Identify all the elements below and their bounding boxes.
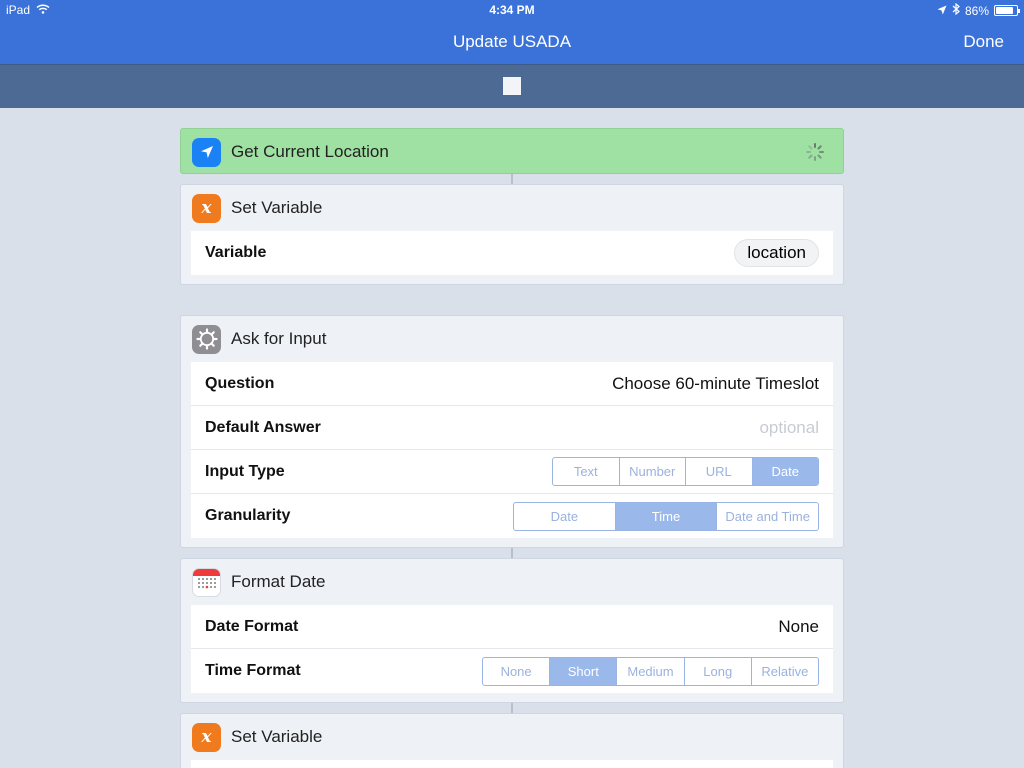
location-arrow-icon xyxy=(937,4,947,18)
action-params xyxy=(191,760,833,768)
action-title: Ask for Input xyxy=(231,329,327,348)
calendar-icon xyxy=(192,567,221,597)
default-answer-field[interactable]: optional xyxy=(759,418,819,438)
question-field[interactable]: Choose 60-minute Timeslot xyxy=(612,374,819,394)
bluetooth-icon xyxy=(952,2,960,18)
action-ask-for-input[interactable]: Ask for Input Question Choose 60-minute … xyxy=(180,315,844,548)
status-bar: iPad 4:34 PM 86% xyxy=(0,0,1024,20)
date-format-value[interactable]: None xyxy=(778,617,819,637)
action-format-date[interactable]: Format Date Date Format None Time Format… xyxy=(180,558,844,703)
granularity-time-segment[interactable]: Time xyxy=(614,502,717,530)
granularity-segmented-control: Date Time Date and Time xyxy=(513,501,819,531)
page-title: Update USADA xyxy=(452,32,572,51)
variable-name-field[interactable]: location xyxy=(734,239,819,267)
variable-label: Variable xyxy=(205,244,267,261)
input-type-number-segment[interactable]: Number xyxy=(618,458,686,485)
run-toolbar xyxy=(0,64,1024,108)
variable-icon: x xyxy=(192,722,221,752)
granularity-label: Granularity xyxy=(205,507,291,524)
loading-spinner-icon xyxy=(805,142,825,167)
time-format-short-segment[interactable]: Short xyxy=(549,657,617,685)
input-type-label: Input Type xyxy=(205,462,285,480)
action-title: Set Variable xyxy=(231,727,323,746)
gear-icon xyxy=(192,324,221,354)
action-connector xyxy=(511,174,513,184)
input-type-text-segment[interactable]: Text xyxy=(553,458,619,485)
time-format-long-segment[interactable]: Long xyxy=(683,657,751,685)
action-get-current-location[interactable]: Get Current Location xyxy=(180,128,844,174)
time-format-segmented-control: None Short Medium Long Relative xyxy=(482,656,819,686)
variable-icon: x xyxy=(192,193,221,223)
action-title: Get Current Location xyxy=(231,142,389,161)
navigation-bar: iPad 4:34 PM 86% Update USADA Done xyxy=(0,0,1024,64)
action-title: Format Date xyxy=(231,572,326,591)
input-type-date-segment[interactable]: Date xyxy=(751,458,818,485)
battery-icon xyxy=(994,5,1020,16)
date-format-label: Date Format xyxy=(205,617,299,635)
time-format-medium-segment[interactable]: Medium xyxy=(616,657,683,685)
time-format-relative-segment[interactable]: Relative xyxy=(750,657,818,685)
location-arrow-icon xyxy=(192,137,221,167)
granularity-date-segment[interactable]: Date xyxy=(514,503,615,530)
done-button[interactable]: Done xyxy=(963,32,1004,52)
input-type-url-segment[interactable]: URL xyxy=(685,458,752,485)
stop-button[interactable] xyxy=(503,77,521,95)
time-format-label: Time Format xyxy=(205,662,301,679)
battery-percent: 86% xyxy=(964,3,989,18)
action-title: Set Variable xyxy=(231,198,323,217)
battery-fill xyxy=(996,7,1014,14)
clock: 4:34 PM xyxy=(489,3,535,17)
action-set-variable[interactable]: x Set Variable Variable location xyxy=(180,184,844,285)
input-type-segmented-control: Text Number URL Date xyxy=(552,457,819,486)
action-set-variable[interactable]: x Set Variable xyxy=(180,713,844,768)
default-answer-label: Default Answer xyxy=(205,418,321,436)
time-format-none-segment[interactable]: None xyxy=(483,658,549,685)
action-connector xyxy=(511,703,513,713)
action-connector xyxy=(511,548,513,558)
granularity-date-and-time-segment[interactable]: Date and Time xyxy=(716,502,818,530)
question-label: Question xyxy=(205,374,275,392)
